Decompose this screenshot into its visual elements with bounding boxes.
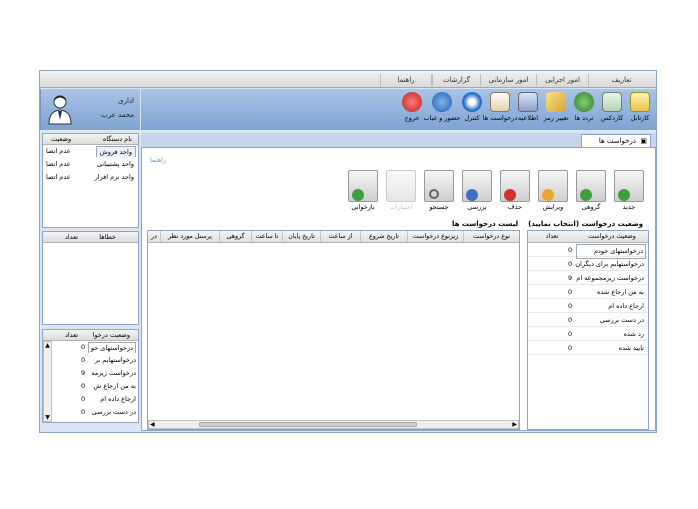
errors-header: خطاها [99, 233, 116, 241]
table-row[interactable]: درخواستهایم برای دیگران 0 [528, 258, 648, 271]
menu-reports[interactable]: گزارشات [432, 74, 480, 86]
user-panel: ادارى محمد عرب [40, 89, 140, 130]
col-extra[interactable]: در [148, 231, 160, 243]
toolbar-attendance-button[interactable]: حضور و غیاب [424, 92, 460, 128]
menu-operations[interactable]: امور اجرایی [536, 74, 588, 86]
toolbar-notice-button[interactable]: اطلاعیه [513, 92, 543, 128]
request-status-table: وضعیت درخواست تعداد درخواستهای خودم 0 درخ… [527, 230, 649, 430]
col-start-date[interactable]: تاریخ شروع [360, 231, 407, 243]
edit-icon [538, 170, 568, 202]
list-item[interactable]: به من ارجاع ش0 [53, 381, 138, 392]
main-window: تعاریف امور اجرایی امور سازمانی گزارشات … [39, 70, 657, 433]
status-header: وضعیت درخوا [92, 331, 130, 339]
delete-button[interactable]: حذف [498, 170, 532, 211]
options-button[interactable]: اختیارات [384, 170, 418, 211]
request-list-grid: نوع درخواست زیرنوع درخواست تاریخ شروع از… [147, 230, 520, 430]
left-sidebar: نام دستگاه وضعیت واحد فروش عدم اتصا واحد … [40, 133, 140, 431]
group-button[interactable]: گروهی [574, 170, 608, 211]
search-button[interactable]: جستجو [422, 170, 456, 211]
exit-icon [402, 92, 422, 112]
cardex-icon [602, 92, 622, 112]
attendance-icon [432, 92, 452, 112]
table-row[interactable]: رد شده 0 [528, 328, 648, 341]
count-header: تعداد [65, 331, 79, 339]
menu-help[interactable]: راهنما [380, 74, 432, 86]
user-name: محمد عرب [101, 111, 134, 119]
refresh-icon [348, 170, 378, 202]
requests-panel: راهنما جدید گروهی ویرایش حذف بررسی جستجو… [141, 147, 656, 431]
refresh-button[interactable]: بازخوانی [346, 170, 380, 211]
scroll-down-icon[interactable]: ▼ [44, 414, 51, 421]
table-row[interactable]: درخواستهای خودم 0 [528, 244, 648, 259]
status-col-header: وضعیت درخواست [576, 231, 648, 243]
toolbar-inbox-button[interactable]: کارتابل [625, 92, 655, 128]
toolbar-traffic-button[interactable]: تردد ها [569, 92, 599, 128]
review-icon [462, 170, 492, 202]
help-link[interactable]: راهنما [150, 156, 166, 164]
count-col-header: تعداد [528, 231, 576, 243]
device-status-header: وضعیت [51, 135, 72, 143]
vertical-scrollbar[interactable]: ▲ ▼ [43, 341, 52, 422]
table-row[interactable]: تایید شده 0 [528, 342, 648, 355]
table-row[interactable]: در دست بررسی 0 [528, 314, 648, 327]
list-item[interactable]: ارجاع داده ام 0 [53, 394, 138, 405]
list-item[interactable]: در دست بررسی 0 [53, 407, 138, 418]
status-panel-title: وضعیت درخواست (انتخاب نمایید) [528, 220, 643, 228]
toolbar-requests-button[interactable]: درخواست ها [483, 92, 517, 128]
table-row[interactable]: واحد پشتیبانی عدم اتصا [43, 159, 138, 170]
inbox-icon [630, 92, 650, 112]
toolbar-change-password-button[interactable]: تغییر رمز [541, 92, 571, 128]
table-row[interactable]: درخواست زیرمجموعه ام 9 [528, 272, 648, 285]
control-icon [462, 92, 482, 112]
col-end-date[interactable]: تاریخ پایان [282, 231, 320, 243]
options-icon [386, 170, 416, 202]
errors-count-header: تعداد [65, 233, 79, 241]
list-item[interactable]: درخواستهایم بر 0 [53, 355, 138, 366]
table-row[interactable]: ارجاع داده ام 0 [528, 300, 648, 313]
tab-requests[interactable]: درخواست ها ▣ [581, 134, 651, 148]
user-role: ادارى [118, 97, 134, 105]
col-request-subtype[interactable]: زیرنوع درخواست [407, 231, 463, 243]
review-button[interactable]: بررسی [460, 170, 494, 211]
traffic-icon [574, 92, 594, 112]
new-icon [614, 170, 644, 202]
scroll-thumb[interactable] [199, 422, 417, 427]
menu-bar: تعاریف امور اجرایی امور سازمانی گزارشات … [40, 71, 656, 88]
key-icon [546, 92, 566, 112]
main-area: درخواست ها ▣ راهنما جدید گروهی ویرایش حذ… [141, 133, 656, 431]
user-avatar-icon [48, 95, 72, 125]
errors-table: خطاها تعداد [42, 231, 139, 325]
toolbar-control-button[interactable]: کنترل [457, 92, 487, 128]
list-item[interactable]: درخواست زیرمه 9 [53, 368, 138, 379]
scroll-left-icon[interactable]: ◀ [150, 421, 155, 428]
horizontal-scrollbar[interactable]: ◀ ▶ [148, 420, 519, 429]
list-item[interactable]: درخواستهای خو 0 [53, 342, 138, 353]
device-status-table: نام دستگاه وضعیت واحد فروش عدم اتصا واحد … [42, 133, 139, 228]
request-icon [490, 92, 510, 112]
edit-button[interactable]: ویرایش [536, 170, 570, 211]
table-row[interactable]: به من ارجاع شده 0 [528, 286, 648, 299]
search-icon [424, 170, 454, 202]
table-row[interactable]: واحد فروش عدم اتصا [43, 146, 138, 157]
menu-organization[interactable]: امور سازمانی [480, 74, 536, 86]
group-icon [576, 170, 606, 202]
toolbar-cardex-button[interactable]: کاردکس [597, 92, 627, 128]
col-from-time[interactable]: از ساعت [320, 231, 360, 243]
device-name-header: نام دستگاه [102, 135, 132, 143]
request-status-small-table: وضعیت درخوا تعداد درخواستهای خو 0 درخواست… [42, 329, 139, 423]
col-to-time[interactable]: تا ساعت [251, 231, 282, 243]
scroll-up-icon[interactable]: ▲ [44, 342, 51, 349]
notice-icon [518, 92, 538, 112]
toolbar-exit-button[interactable]: خروج [397, 92, 427, 128]
col-group[interactable]: گروهی [219, 231, 251, 243]
table-row[interactable]: واحد نرم افزار عدم اتصا [43, 172, 138, 183]
menu-definitions[interactable]: تعاریف [588, 74, 654, 86]
col-personnel[interactable]: پرسنل مورد نظر [160, 231, 219, 243]
scroll-right-icon[interactable]: ▶ [512, 421, 517, 428]
delete-icon [500, 170, 530, 202]
new-button[interactable]: جدید [612, 170, 646, 211]
main-toolbar: کارتابل کاردکس تردد ها تغییر رمز اطلاعیه… [141, 89, 656, 130]
request-list-title: لیست درخواست ها [452, 220, 519, 228]
col-request-type[interactable]: نوع درخواست [463, 231, 519, 243]
